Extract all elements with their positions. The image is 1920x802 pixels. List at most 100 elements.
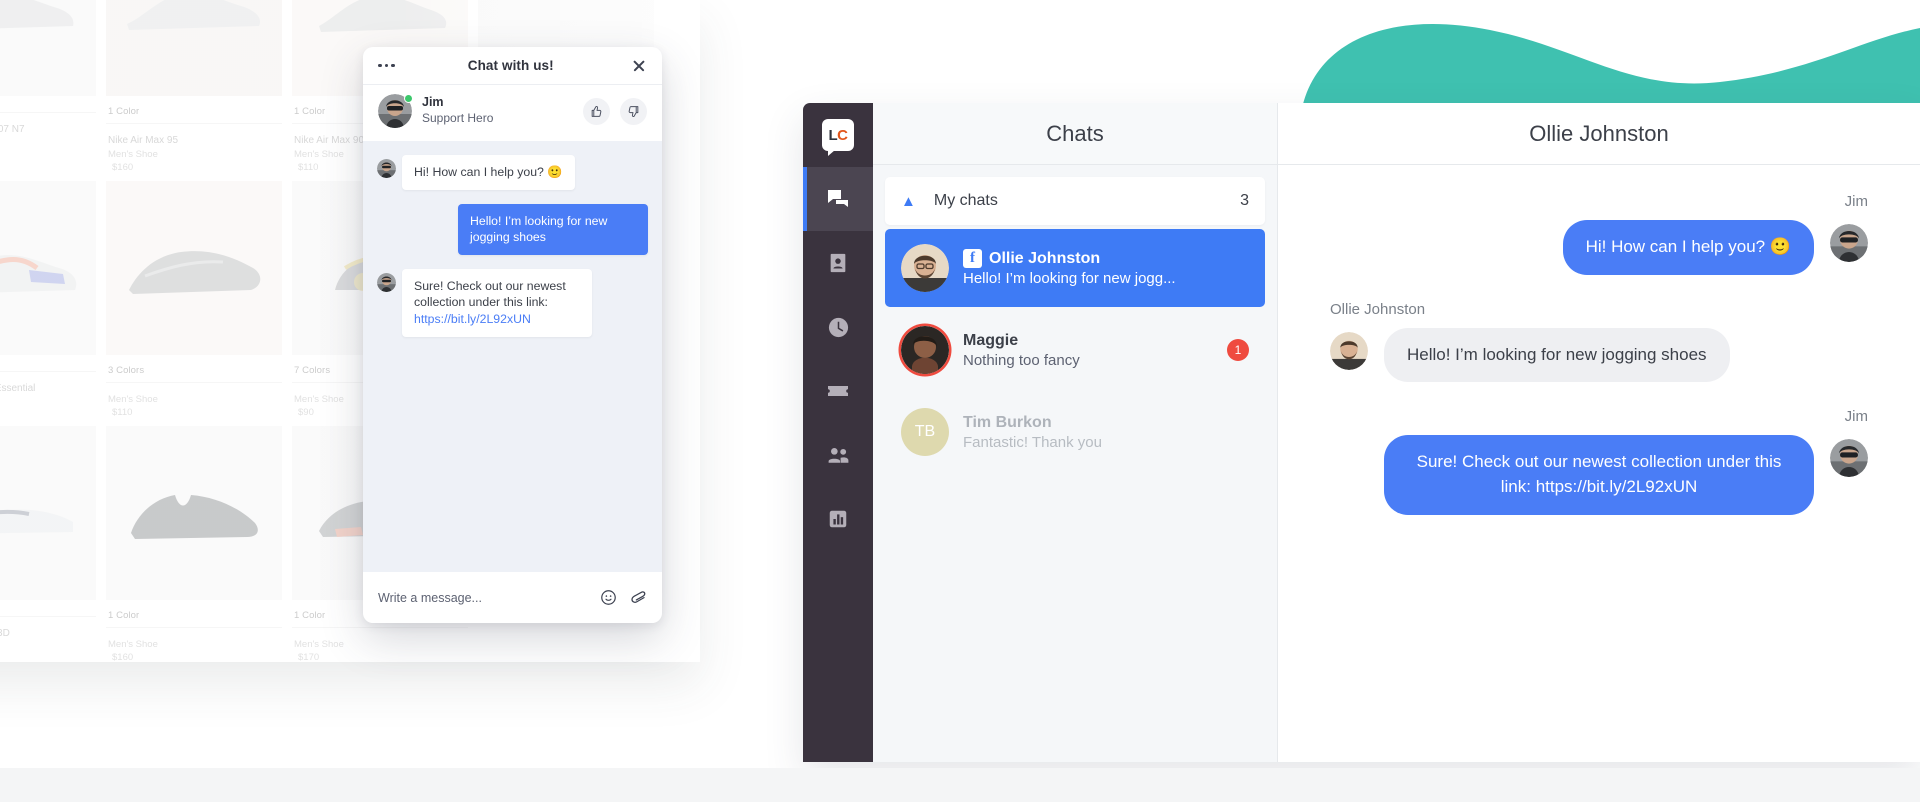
list-item-preview: Nothing too fancy bbox=[963, 351, 1080, 369]
product-price: $160 bbox=[112, 161, 134, 173]
list-item-preview: Hello! I’m looking for new jogg... bbox=[963, 270, 1176, 287]
teal-wave-decoration bbox=[1160, 0, 1920, 120]
agent-avatar-image bbox=[1830, 439, 1868, 478]
sidebar-item-team[interactable] bbox=[803, 423, 873, 487]
people-icon bbox=[828, 447, 848, 463]
message-bubble: Hello! I’m looking for new jogging shoes bbox=[1384, 327, 1730, 383]
thumbs-down-icon[interactable] bbox=[620, 97, 647, 125]
message-bubble: Hello! I’m looking for new jogging shoes bbox=[458, 203, 648, 255]
contact-card-icon bbox=[830, 253, 846, 273]
list-item-name: Maggie bbox=[963, 331, 1019, 349]
product-card: Nike Air Max 95 Essential bbox=[0, 180, 96, 418]
product-colors bbox=[0, 600, 96, 617]
conversation-title: Ollie Johnston bbox=[1529, 120, 1669, 146]
product-sub: Men's Shoe bbox=[108, 148, 158, 160]
logo-letter-c: C bbox=[837, 126, 848, 144]
agent-name: Jim bbox=[422, 95, 444, 110]
avatar bbox=[901, 326, 949, 374]
product-card: Nike Air Force 1 '07 N7 bbox=[0, 0, 96, 173]
widget-message: Sure! Check out our newest collection un… bbox=[377, 268, 648, 337]
app-logo[interactable]: LC bbox=[803, 103, 873, 167]
contact-avatar-image bbox=[901, 326, 949, 374]
widget-message-list: Hi! How can I help you? 🙂 Hello! I’m loo… bbox=[363, 141, 662, 572]
product-image bbox=[0, 425, 96, 600]
unread-badge: 1 bbox=[1227, 339, 1249, 361]
avatar bbox=[1830, 439, 1868, 478]
product-card: Nike Blazer Low 3D bbox=[0, 425, 96, 663]
conversation-message: Jim Hi! How can I help you? 🙂 bbox=[1330, 193, 1868, 275]
product-name: Nike Blazer Low 3D bbox=[0, 627, 10, 639]
list-item[interactable]: Maggie Nothing too fancy 1 bbox=[885, 311, 1265, 389]
list-item[interactable]: TB Tim Burkon Fantastic! Thank you bbox=[885, 393, 1265, 471]
product-name: Nike Air Force 1 '07 N7 bbox=[0, 124, 25, 135]
product-price: $170 bbox=[298, 651, 320, 663]
page-title: Chats bbox=[1046, 120, 1104, 146]
paperclip-icon[interactable] bbox=[629, 589, 647, 607]
list-item-meta: f Ollie Johnston Hello! I’m looking for … bbox=[963, 249, 1249, 287]
product-price: $160 bbox=[112, 651, 134, 663]
chat-group-count: 3 bbox=[1240, 192, 1249, 209]
message-bubble: Hi! How can I help you? 🙂 bbox=[1562, 220, 1814, 275]
conversation-panel: Ollie Johnston Jim Hi! How can I help yo… bbox=[1278, 103, 1920, 762]
sidebar-item-reports[interactable] bbox=[803, 487, 873, 551]
chevron-up-icon[interactable]: ▲ bbox=[901, 194, 916, 209]
agent-role: Support Hero bbox=[422, 111, 494, 126]
avatar-initials: TB bbox=[901, 408, 949, 456]
widget-titlebar: Chat with us! bbox=[363, 47, 662, 84]
message-author: Jim bbox=[1844, 408, 1868, 426]
widget-agent-bar: Jim Support Hero bbox=[363, 84, 662, 141]
page-bottom-strip bbox=[0, 768, 1920, 802]
message-bubble: Sure! Check out our newest collection un… bbox=[402, 268, 592, 337]
sidebar-item-history[interactable] bbox=[803, 295, 873, 359]
emoji-icon[interactable] bbox=[600, 589, 617, 606]
list-item-name: Tim Burkon bbox=[963, 413, 1052, 431]
message-text: Sure! Check out our newest collection un… bbox=[414, 278, 566, 310]
product-image bbox=[106, 180, 282, 355]
ticket-icon bbox=[828, 386, 848, 396]
livechat-logo-icon: LC bbox=[822, 119, 854, 156]
facebook-icon: f bbox=[963, 249, 982, 268]
conversation-message: Ollie Johnston Hello! I’m looking for ne… bbox=[1330, 301, 1868, 383]
product-name: Nike Air Max 95 Essential bbox=[0, 382, 36, 394]
close-icon[interactable] bbox=[631, 58, 647, 74]
product-card: 1 Color Men's Shoe $160 bbox=[106, 425, 282, 663]
product-card: 3 Colors Men's Shoe $110 bbox=[106, 180, 282, 418]
product-colors bbox=[0, 355, 96, 372]
sidebar-item-archives[interactable] bbox=[803, 231, 873, 295]
sidebar-item-tickets[interactable] bbox=[803, 359, 873, 423]
product-price bbox=[0, 396, 96, 398]
agent-avatar-image bbox=[1830, 224, 1868, 262]
widget-composer[interactable]: Write a message... bbox=[363, 572, 662, 623]
conversation-messages: Jim Hi! How can I help you? 🙂 Ollie John… bbox=[1278, 165, 1920, 762]
screenshot-stage: Nike Air Force 1 '07 N7 1 Color Nike Air… bbox=[0, 0, 1920, 802]
agent-meta: Jim Support Hero bbox=[422, 95, 573, 126]
contact-avatar-image bbox=[1330, 331, 1368, 370]
product-image bbox=[106, 425, 282, 600]
avatar bbox=[1330, 331, 1368, 370]
product-price bbox=[0, 641, 96, 643]
thumbs-up-icon[interactable] bbox=[583, 97, 610, 125]
product-colors bbox=[0, 96, 96, 113]
product-price bbox=[478, 628, 654, 630]
bar-chart-icon bbox=[829, 510, 847, 528]
conversation-header: Ollie Johnston bbox=[1278, 103, 1920, 165]
chat-bubbles-icon bbox=[828, 190, 848, 207]
message-input-placeholder[interactable]: Write a message... bbox=[378, 591, 588, 605]
product-name bbox=[106, 383, 282, 394]
list-item-preview: Fantastic! Thank you bbox=[963, 433, 1102, 451]
chat-widget: Chat with us! Jim Support Hero Hi! How c… bbox=[363, 47, 662, 623]
message-link[interactable]: https://bit.ly/2L92xUN bbox=[414, 312, 531, 326]
widget-title: Chat with us! bbox=[467, 58, 554, 73]
sidebar-item-chats[interactable] bbox=[803, 167, 873, 231]
agent-app-window: LC Chats ▲ My chats 3 f Ollie Johnston H… bbox=[803, 103, 1920, 762]
app-nav-rail: LC bbox=[803, 103, 873, 762]
list-item[interactable]: f Ollie Johnston Hello! I’m looking for … bbox=[885, 229, 1265, 307]
message-author: Jim bbox=[1844, 193, 1868, 210]
clock-icon bbox=[828, 317, 848, 337]
list-item-name: Ollie Johnston bbox=[989, 249, 1101, 267]
conversation-message: Jim Sure! Check out our newest collectio… bbox=[1330, 408, 1868, 515]
chat-group-my-chats[interactable]: ▲ My chats 3 bbox=[885, 177, 1265, 225]
product-price bbox=[0, 138, 96, 140]
online-status-dot bbox=[404, 94, 413, 103]
product-sub: Men's Shoe bbox=[294, 638, 344, 650]
